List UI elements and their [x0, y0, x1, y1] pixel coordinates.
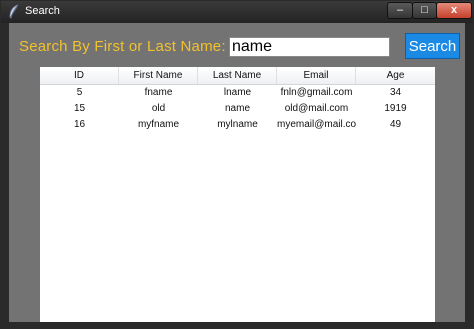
cell-email: old@mail.com: [284, 103, 349, 114]
cell-id: 16: [73, 119, 86, 130]
cell-email: myemail@mail.com: [277, 119, 356, 130]
search-button[interactable]: Search: [405, 33, 460, 59]
cell-last-name: mylname: [217, 119, 258, 130]
cell-id: 5: [76, 87, 83, 98]
client-area: Search By First or Last Name: Search ID …: [9, 23, 465, 322]
table-row[interactable]: 15 old name old@mail.com 1919: [40, 101, 435, 117]
cell-age: 34: [389, 87, 402, 98]
cell-last-name: name: [224, 103, 250, 114]
cell-first-name: fname: [144, 87, 173, 98]
table-row[interactable]: 5 fname lname fnln@gmail.com 34: [40, 85, 435, 101]
cell-id: 15: [73, 103, 86, 114]
close-button[interactable]: x: [436, 2, 472, 19]
table-header: ID First Name Last Name Email Age: [40, 67, 435, 85]
cell-age: 1919: [384, 103, 407, 114]
table-row[interactable]: 16 myfname mylname myemail@mail.com 49: [40, 117, 435, 133]
column-header-id[interactable]: ID: [40, 67, 119, 84]
maximize-button[interactable]: □: [412, 2, 437, 19]
column-header-last-name[interactable]: Last Name: [198, 67, 277, 84]
cell-age: 49: [389, 119, 402, 130]
feather-icon: [7, 4, 21, 19]
cell-first-name: old: [151, 103, 166, 114]
cell-email: fnln@gmail.com: [280, 87, 353, 98]
cell-last-name: lname: [223, 87, 252, 98]
results-table: ID First Name Last Name Email Age 5 fnam…: [40, 67, 435, 322]
title-bar[interactable]: Search – □ x: [1, 1, 473, 23]
cell-first-name: myfname: [137, 119, 180, 130]
search-label: Search By First or Last Name:: [19, 38, 226, 55]
minimize-button[interactable]: –: [387, 2, 413, 19]
search-input[interactable]: [229, 37, 390, 57]
window-title: Search: [25, 5, 60, 17]
column-header-age[interactable]: Age: [356, 67, 435, 84]
column-header-first-name[interactable]: First Name: [119, 67, 198, 84]
column-header-email[interactable]: Email: [277, 67, 356, 84]
app-window: Search – □ x Search By First or Last Nam…: [0, 0, 474, 329]
